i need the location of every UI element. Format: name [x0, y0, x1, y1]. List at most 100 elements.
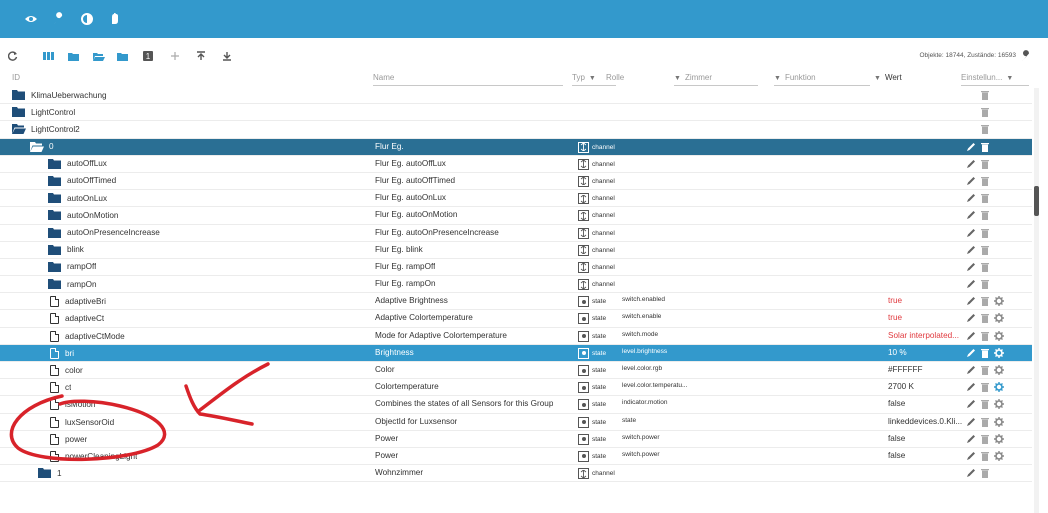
edit-icon[interactable]: [966, 348, 976, 358]
edit-icon[interactable]: [966, 365, 976, 375]
delete-icon[interactable]: [980, 159, 990, 169]
table-row[interactable]: LightControl2: [0, 121, 1032, 139]
edit-icon[interactable]: [966, 142, 976, 152]
gear-icon[interactable]: [994, 416, 1004, 427]
delete-icon[interactable]: [980, 399, 990, 410]
gear-icon[interactable]: [994, 330, 1004, 341]
wrench-icon[interactable]: [52, 12, 66, 26]
edit-icon[interactable]: [966, 193, 976, 203]
object-value[interactable]: false: [888, 451, 968, 460]
edit-icon[interactable]: [966, 468, 976, 478]
header-settings[interactable]: Einstellun... ▼: [961, 73, 1013, 82]
edit-icon[interactable]: [966, 262, 976, 272]
object-value[interactable]: 2700 K: [888, 382, 968, 391]
delete-icon[interactable]: [980, 451, 990, 461]
folder-icon[interactable]: [38, 468, 51, 479]
upload-icon[interactable]: [194, 49, 208, 63]
table-row[interactable]: powerCleaningLight Power state switch.po…: [0, 448, 1032, 466]
object-value[interactable]: true: [888, 313, 968, 322]
id-cell[interactable]: LightControl2: [12, 124, 80, 135]
edit-icon[interactable]: [966, 417, 976, 427]
delete-icon[interactable]: [980, 90, 990, 100]
id-cell[interactable]: adaptiveBri: [50, 296, 106, 308]
gear-icon[interactable]: [994, 450, 1004, 461]
object-value[interactable]: false: [888, 434, 968, 443]
edit-icon[interactable]: [966, 176, 976, 186]
delete-icon[interactable]: [980, 228, 990, 238]
delete-icon[interactable]: [980, 279, 990, 290]
delete-icon[interactable]: [980, 417, 990, 427]
id-cell[interactable]: rampOn: [48, 279, 97, 290]
folder-icon[interactable]: [48, 244, 61, 255]
id-cell[interactable]: color: [50, 365, 83, 376]
table-row[interactable]: KlimaUeberwachung: [0, 87, 1032, 105]
folder-open-icon[interactable]: [92, 49, 106, 63]
edit-icon[interactable]: [966, 296, 976, 306]
delete-icon[interactable]: [980, 142, 990, 152]
header-type[interactable]: Typ ▼: [572, 73, 596, 82]
table-row[interactable]: rampOff Flur Eg. rampOff channel: [0, 259, 1032, 277]
folder-icon[interactable]: [66, 49, 80, 63]
delete-icon[interactable]: [980, 331, 990, 341]
gear-icon[interactable]: [994, 296, 1004, 307]
id-cell[interactable]: rampOff: [48, 261, 96, 272]
delete-icon[interactable]: [980, 313, 990, 324]
table-row[interactable]: LightControl: [0, 104, 1032, 122]
id-cell[interactable]: ct: [50, 382, 71, 394]
folder-icon[interactable]: [12, 90, 25, 100]
object-value[interactable]: linkeddevices.0.Kli...: [888, 417, 968, 426]
folder-icon[interactable]: [12, 107, 25, 118]
table-row[interactable]: 0 Flur Eg. channel: [0, 138, 1032, 156]
object-value[interactable]: true: [888, 296, 968, 305]
id-cell[interactable]: bri: [50, 347, 74, 359]
contrast-icon[interactable]: [80, 12, 94, 26]
table-row[interactable]: power Power state switch.power false: [0, 431, 1032, 448]
table-row[interactable]: ct Colortemperature state level.color.te…: [0, 379, 1032, 397]
id-cell[interactable]: adaptiveCtMode: [50, 330, 125, 342]
table-row[interactable]: adaptiveBri Adaptive Brightness state sw…: [0, 293, 1032, 311]
edit-icon[interactable]: [966, 159, 976, 169]
edit-icon[interactable]: [966, 382, 976, 392]
folder-open-icon[interactable]: [12, 124, 26, 135]
folder-icon[interactable]: [48, 210, 61, 221]
table-row[interactable]: bri Brightness state level.brightness 10…: [0, 344, 1032, 362]
id-cell[interactable]: autoOnLux: [48, 193, 107, 204]
id-cell[interactable]: blink: [48, 244, 84, 255]
folder-icon[interactable]: [48, 193, 61, 204]
table-row[interactable]: autoOffLux Flur Eg. autoOffLux channel: [0, 156, 1032, 173]
folder-icon[interactable]: [48, 158, 61, 169]
delete-icon[interactable]: [980, 434, 990, 444]
delete-icon[interactable]: [980, 193, 990, 204]
number-one-icon[interactable]: 1: [141, 49, 155, 63]
delete-icon[interactable]: [980, 365, 990, 375]
edit-icon[interactable]: [966, 279, 976, 289]
hand-icon[interactable]: [108, 12, 122, 26]
id-cell[interactable]: autoOffTimed: [48, 175, 116, 186]
id-cell[interactable]: power: [50, 433, 87, 445]
delete-icon[interactable]: [980, 468, 990, 479]
table-row[interactable]: autoOnLux Flur Eg. autoOnLux channel: [0, 190, 1032, 208]
gear-icon[interactable]: [994, 313, 1004, 324]
delete-icon[interactable]: [980, 210, 990, 221]
delete-icon[interactable]: [980, 124, 990, 135]
header-name[interactable]: Name: [373, 73, 394, 82]
id-cell[interactable]: powerCleaningLight: [50, 450, 137, 462]
edit-icon[interactable]: [966, 399, 976, 409]
header-id[interactable]: ID: [12, 73, 20, 82]
object-value[interactable]: false: [888, 399, 968, 408]
id-cell[interactable]: autoOnPresenceIncrease: [48, 227, 160, 238]
delete-icon[interactable]: [980, 296, 990, 307]
id-cell[interactable]: adaptiveCt: [50, 313, 104, 325]
vertical-scrollbar[interactable]: [1034, 88, 1039, 513]
table-row[interactable]: blink Flur Eg. blink channel: [0, 242, 1032, 259]
table-row[interactable]: autoOffTimed Flur Eg. autoOffTimed chann…: [0, 173, 1032, 191]
scrollbar-thumb[interactable]: [1034, 186, 1039, 216]
folder-open-icon[interactable]: [30, 141, 44, 152]
table-row[interactable]: autoOnPresenceIncrease Flur Eg. autoOnPr…: [0, 225, 1032, 242]
id-cell[interactable]: 0: [30, 141, 54, 152]
table-row[interactable]: isMotion Combines the states of all Sens…: [0, 396, 1032, 414]
gear-icon[interactable]: [994, 433, 1004, 444]
delete-icon[interactable]: [980, 262, 990, 272]
table-row[interactable]: adaptiveCt Adaptive Colortemperature sta…: [0, 310, 1032, 328]
eye-icon[interactable]: [24, 12, 38, 26]
